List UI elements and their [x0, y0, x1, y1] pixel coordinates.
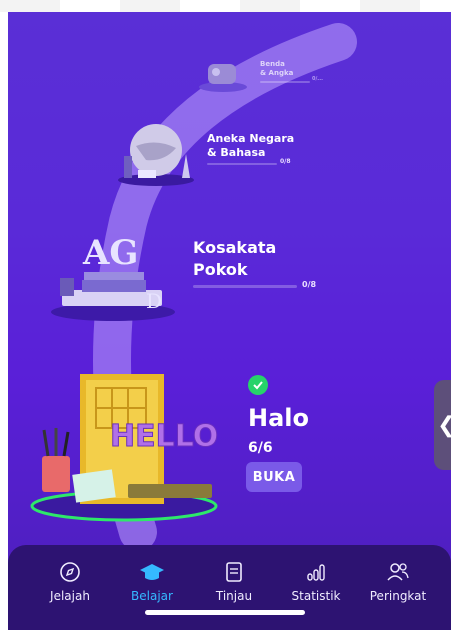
lesson-illustration-vocabulary[interactable]: AG D [48, 224, 178, 324]
lesson-title-line1: Benda [260, 60, 285, 68]
completed-check-icon [248, 375, 268, 395]
nav-label: Statistik [291, 589, 341, 603]
svg-text:HELLO: HELLO [110, 419, 218, 454]
nav-item-tinjau[interactable]: Tinjau [194, 559, 274, 603]
open-lesson-button[interactable]: BUKA [246, 462, 302, 492]
bottom-navigation: Jelajah Belajar Tinjau Statistik Peringk… [8, 545, 451, 630]
lesson-title-line1: Kosakata [193, 238, 277, 257]
nav-item-belajar[interactable]: Belajar [112, 559, 192, 603]
top-status-area [0, 0, 451, 12]
current-lesson-progress: 6/6 [248, 440, 273, 456]
lesson-illustration-objects[interactable] [198, 54, 248, 94]
nav-label: Belajar [131, 589, 173, 603]
nav-item-statistik[interactable]: Statistik [276, 559, 356, 603]
lesson-title-line2: & Angka [260, 69, 294, 77]
nav-label: Peringkat [369, 589, 427, 603]
nav-item-peringkat[interactable]: Peringkat [358, 559, 438, 603]
learning-path-screen: Benda & Angka 0/... Aneka Negara & Bahas… [8, 12, 451, 630]
graduation-cap-icon [112, 559, 192, 585]
nav-label: Tinjau [215, 589, 253, 603]
lesson-count: 0/8 [280, 158, 291, 165]
stats-icon [276, 559, 356, 585]
lesson-title-line2: & Bahasa [207, 146, 266, 159]
chevron-left-icon: ❮ [437, 413, 451, 438]
svg-text:AG: AG [82, 233, 138, 273]
nav-label: Jelajah [50, 589, 90, 603]
lesson-title-line2: Pokok [193, 260, 248, 279]
lesson-count: 0/8 [302, 280, 317, 289]
lesson-progress-bar [207, 163, 277, 165]
people-icon [358, 559, 438, 585]
lesson-illustration-globe[interactable] [116, 116, 196, 188]
lesson-progress-bar [193, 285, 297, 288]
book-icon [194, 559, 274, 585]
nav-item-jelajah[interactable]: Jelajah [30, 559, 110, 603]
lesson-progress-bar [260, 81, 310, 83]
lesson-title-line1: Aneka Negara [207, 132, 295, 145]
current-lesson-title: Halo [248, 404, 309, 432]
lesson-count: 0/... [312, 76, 324, 82]
lesson-illustration-halo-door[interactable]: HELLO [24, 364, 224, 524]
home-indicator[interactable] [145, 610, 305, 615]
side-panel-toggle[interactable]: ❮ [434, 380, 451, 470]
svg-text:D: D [146, 289, 162, 313]
compass-icon [30, 559, 110, 585]
